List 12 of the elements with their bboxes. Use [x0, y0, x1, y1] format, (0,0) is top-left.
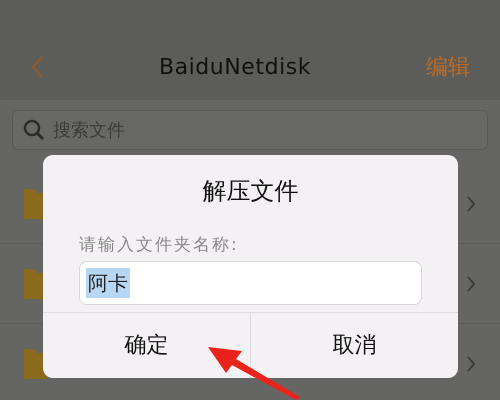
- back-icon[interactable]: [30, 55, 44, 79]
- dialog-title: 解压文件: [202, 176, 298, 207]
- search-icon: [23, 119, 45, 141]
- chevron-icon: [466, 194, 476, 212]
- chevron-icon: [466, 274, 476, 292]
- field-value: 阿卡: [86, 268, 130, 298]
- dialog-prompt: 请输入文件夹名称:: [79, 234, 240, 257]
- nav-title: BaiduNetdisk: [158, 54, 312, 82]
- arrow-icon: [208, 345, 300, 400]
- input-field[interactable]: 阿卡: [79, 260, 422, 304]
- dialog-button[interactable]: 确定: [43, 313, 250, 378]
- chevron-icon: [466, 354, 476, 372]
